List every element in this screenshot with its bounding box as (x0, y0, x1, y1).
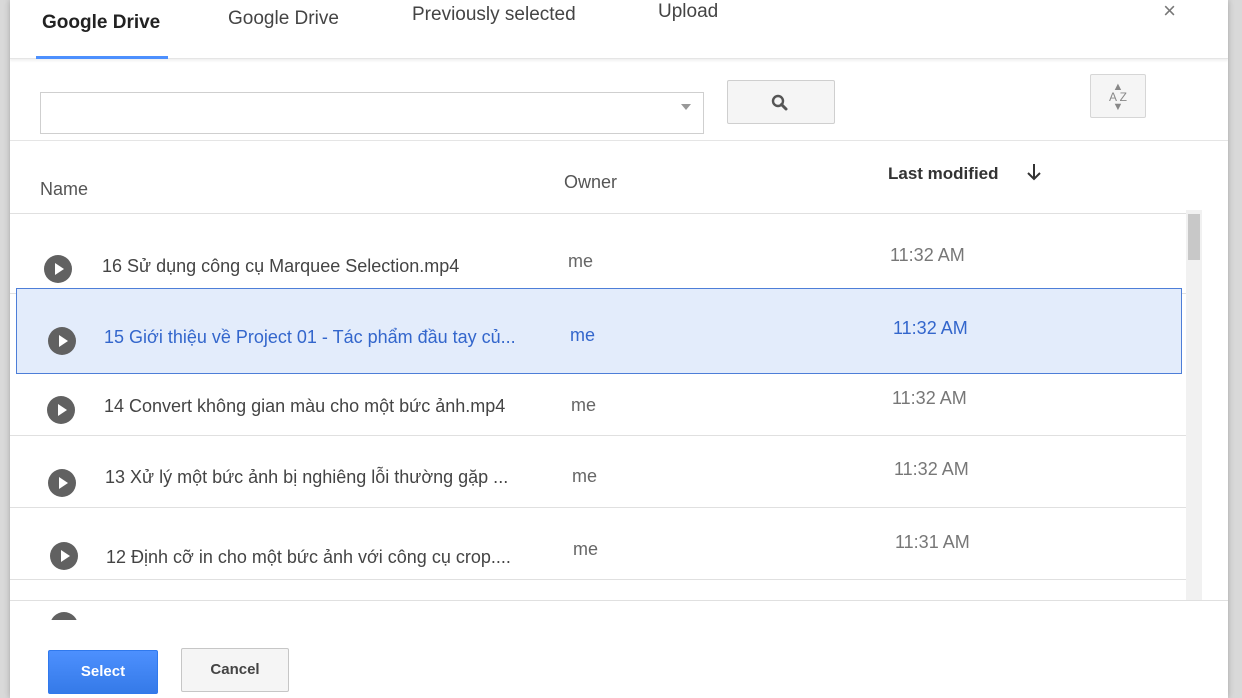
tab-previously-selected[interactable]: Previously selected (406, 0, 606, 58)
search-input[interactable] (40, 92, 704, 134)
tab-previously-selected-label: Previously selected (412, 4, 576, 25)
tab-google-drive[interactable]: Google Drive (36, 0, 168, 59)
file-name: 12 Định cỡ in cho một bức ảnh với công c… (106, 547, 511, 567)
scrollbar[interactable] (1186, 210, 1202, 600)
file-row[interactable]: 16 Sử dụng công cụ Marquee Selection.mp4… (10, 222, 1186, 294)
file-row-selected[interactable]: 15 Giới thiệu về Project 01 - Tác phẩm đ… (16, 288, 1182, 374)
select-button[interactable]: Select (48, 650, 158, 694)
scrollbar-thumb[interactable] (1188, 214, 1200, 260)
divider (10, 140, 1228, 141)
video-play-icon (47, 396, 75, 424)
sort-down-icon: ▼ (1112, 101, 1124, 113)
column-header-name[interactable]: Name (40, 179, 88, 200)
file-last-modified: 11:32 AM (893, 318, 968, 338)
tab-upload-label: Upload (658, 1, 719, 22)
file-name: 14 Convert không gian màu cho một bức ản… (104, 396, 506, 416)
file-name: 13 Xử lý một bức ảnh bị nghiêng lỗi thườ… (105, 467, 509, 487)
file-row[interactable]: 14 Convert không gian màu cho một bức ản… (10, 364, 1186, 436)
column-header-owner[interactable]: Owner (564, 172, 617, 193)
sort-descending-arrow-icon[interactable] (1024, 160, 1044, 184)
file-owner: me (571, 395, 597, 415)
file-owner: me (573, 539, 599, 559)
search-dropdown-arrow-icon[interactable] (681, 104, 691, 110)
divider (10, 213, 1186, 214)
video-play-icon (50, 612, 78, 620)
tab-google-drive-label: Google Drive (42, 12, 161, 33)
cancel-button[interactable]: Cancel (181, 648, 289, 692)
search-button[interactable] (727, 80, 835, 124)
video-play-icon (44, 255, 72, 283)
file-name: 15 Giới thiệu về Project 01 - Tác phẩm đ… (104, 327, 516, 347)
file-row[interactable]: 13 Xử lý một bức ảnh bị nghiêng lỗi thườ… (10, 436, 1186, 508)
video-play-icon (48, 327, 76, 355)
sort-az-button[interactable]: ▲ A Z ▼ (1090, 74, 1146, 118)
file-last-modified: 11:32 AM (894, 459, 969, 479)
tab-google-drive-2[interactable]: Google Drive (222, 0, 352, 58)
search-icon (771, 94, 788, 111)
file-row[interactable]: 12 Định cỡ in cho một bức ảnh với công c… (10, 508, 1186, 580)
file-name: 16 Sử dụng công cụ Marquee Selection.mp4 (102, 256, 460, 276)
file-owner: me (570, 325, 596, 345)
file-picker-dialog: Google Drive Google Drive Previously sel… (10, 0, 1228, 698)
tab-google-drive-2-label: Google Drive (228, 8, 339, 29)
file-owner: me (572, 466, 598, 486)
divider (10, 579, 1186, 580)
file-owner: me (568, 251, 594, 271)
tab-bar: Google Drive Google Drive Previously sel… (10, 0, 1228, 59)
divider (10, 600, 1228, 601)
file-last-modified: 11:32 AM (890, 245, 965, 265)
video-play-icon (50, 542, 78, 570)
close-icon[interactable]: × (1163, 0, 1176, 24)
column-header-last-modified[interactable]: Last modified (888, 164, 999, 184)
video-play-icon (48, 469, 76, 497)
file-last-modified: 11:32 AM (892, 388, 967, 408)
tab-upload[interactable]: Upload (652, 0, 732, 58)
file-last-modified: 11:31 AM (895, 532, 970, 552)
